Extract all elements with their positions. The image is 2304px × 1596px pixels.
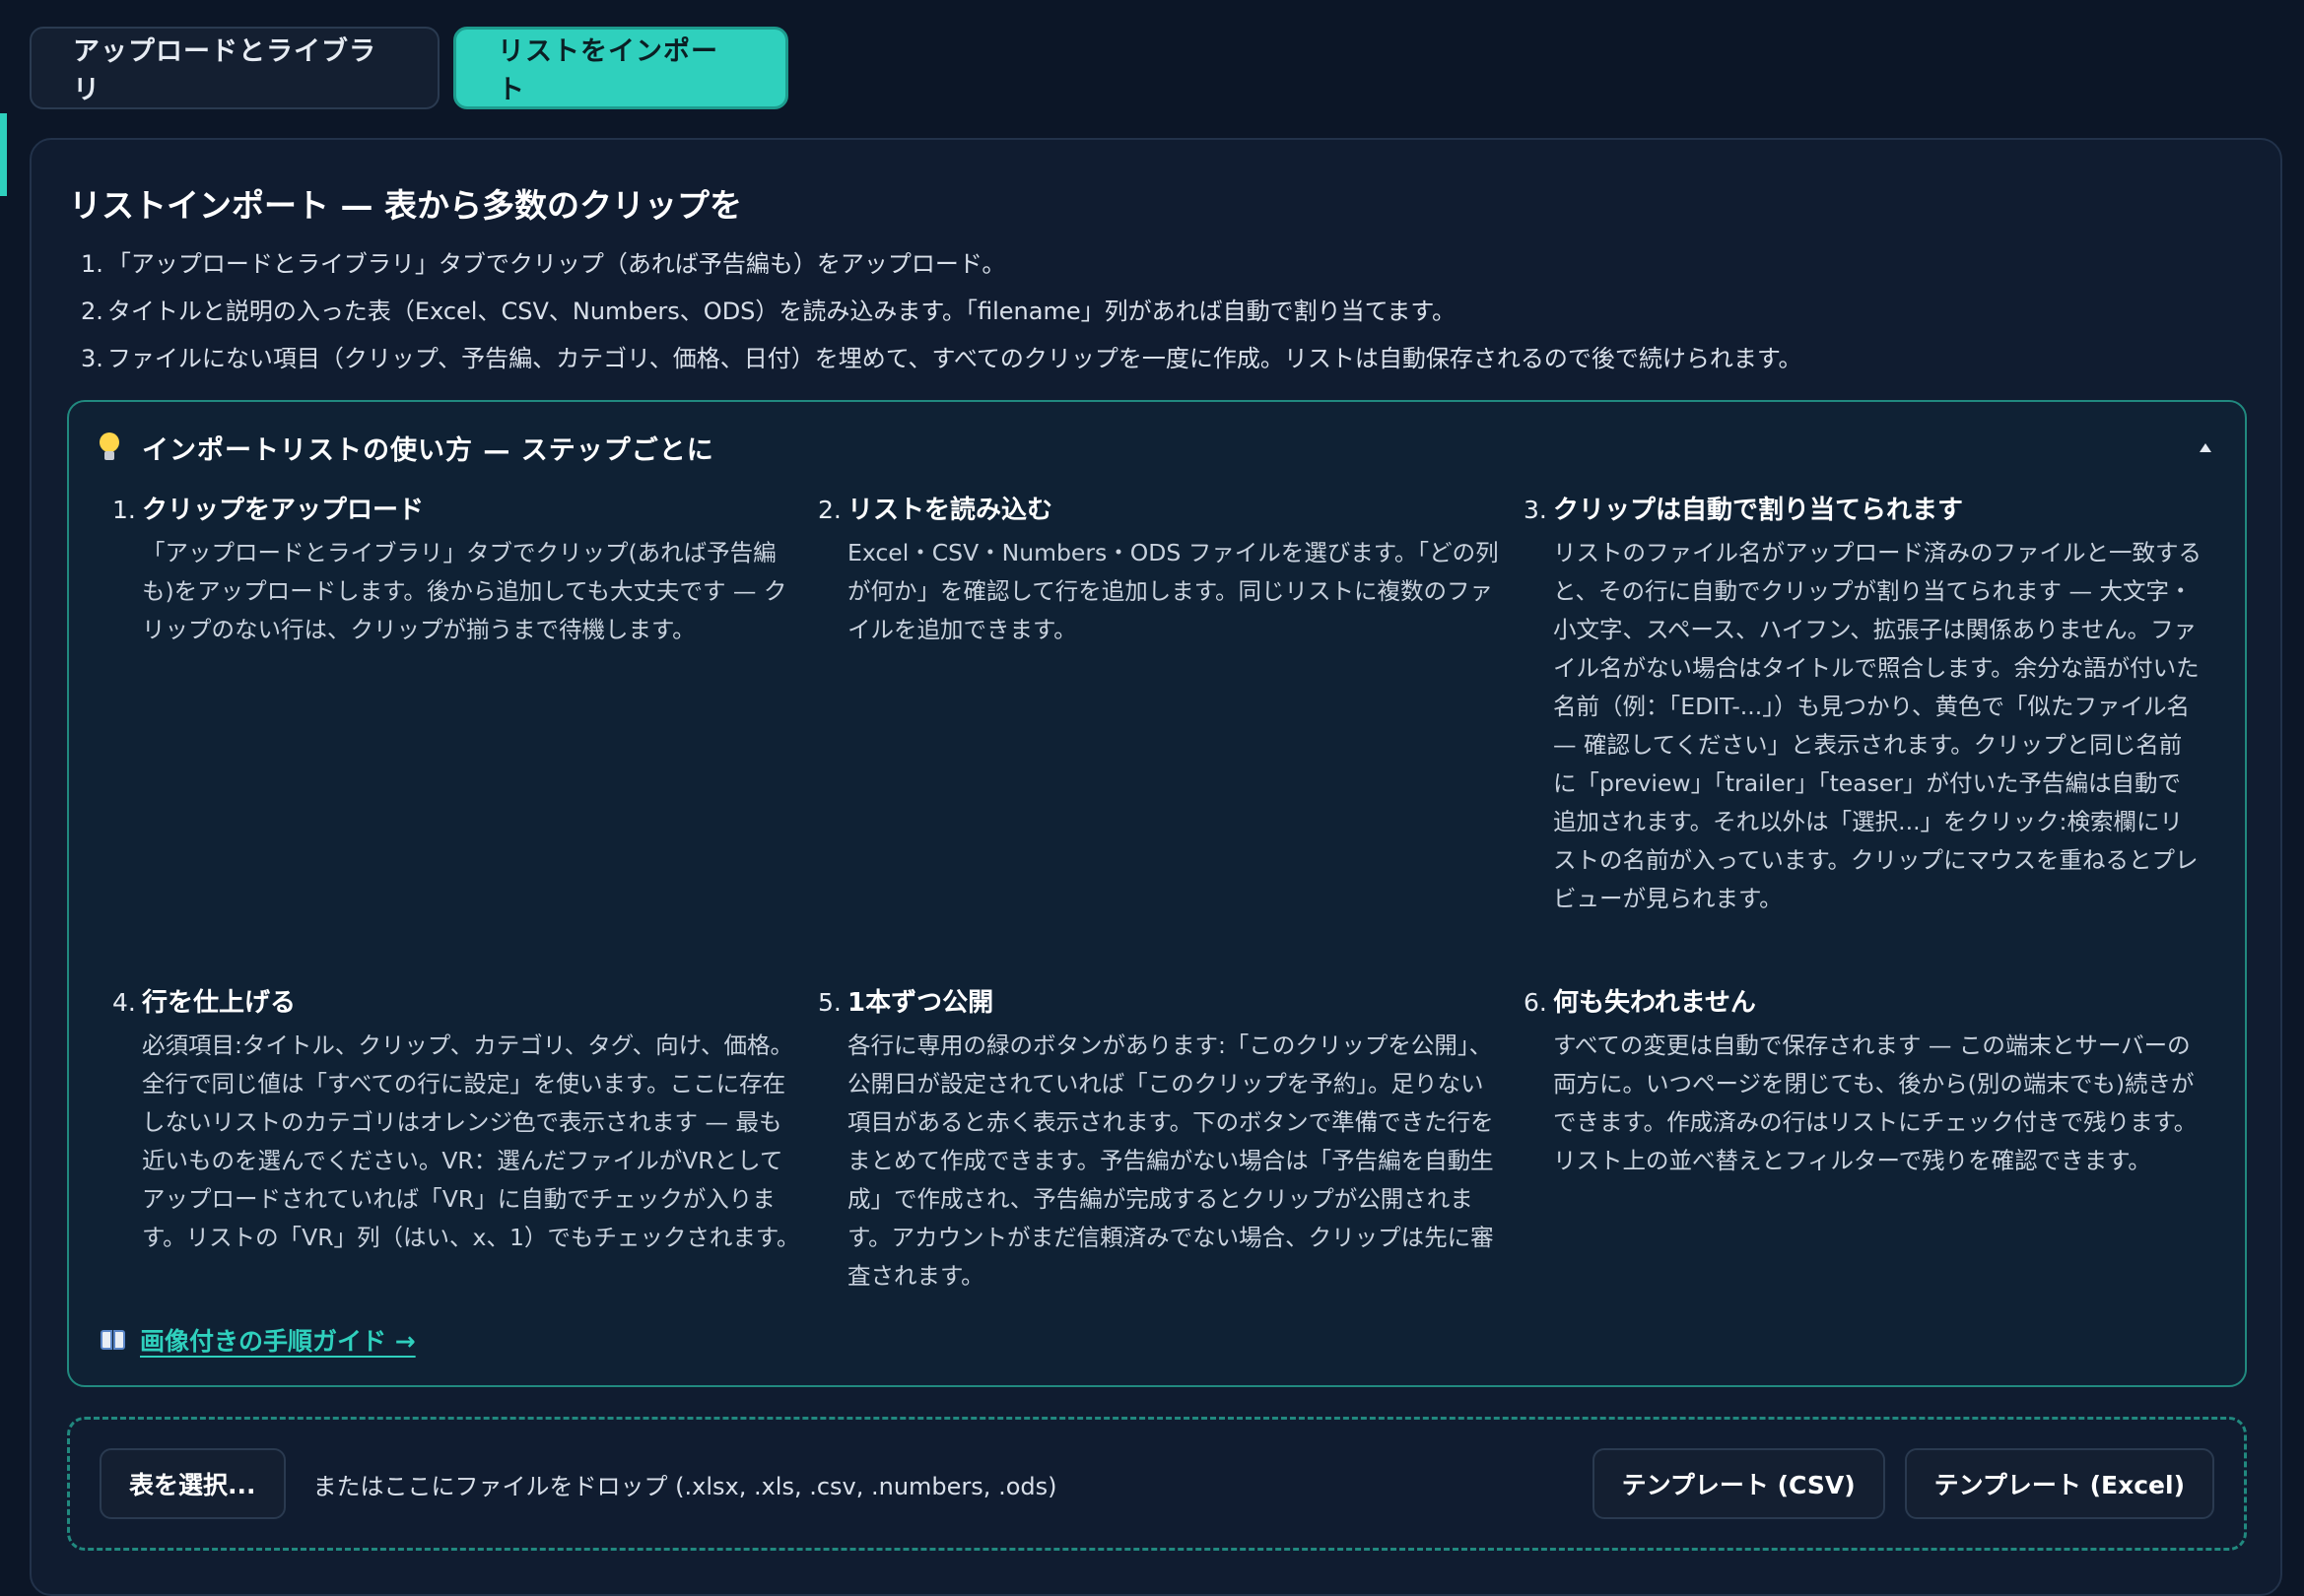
guide-title: インポートリストの使い方 — ステップごとに (142, 434, 714, 466)
step-body: 各行に専用の緑のボタンがあります:「このクリップを公開」、公開日が設定されていれ… (847, 1031, 1494, 1290)
illustrated-guide-link[interactable]: 画像付きの手順ガイド → (101, 1322, 416, 1358)
step-title: リストを読み込む (847, 496, 1053, 525)
intro-item: 1. 「アップロードとライブラリ」タブでクリップ（あれば予告編も）をアップロード。 (81, 250, 1006, 278)
dropzone-hint: またはここにファイルをドロップ (.xlsx, .xls, .csv, .num… (312, 1472, 1057, 1500)
how-to-guide: インポートリストの使い方 — ステップごとに 1. クリップをアップロード 「ア… (67, 400, 2247, 1387)
tab-upload-library[interactable]: アップロードとライブラリ (30, 27, 440, 109)
select-table-button[interactable]: 表を選択... (100, 1448, 286, 1519)
step-title: 1本ずつ公開 (847, 988, 994, 1018)
guide-step: 2. リストを読み込む Excel・CSV・Numbers・ODS ファイルを選… (814, 491, 1520, 983)
guide-step: 6. 何も失われません すべての変更は自動で保存されます — この端末とサーバー… (1520, 983, 2215, 1318)
guide-step: 5. 1本ずつ公開 各行に専用の緑のボタンがあります:「このクリップを公開」、公… (814, 983, 1520, 1318)
import-panel: リストインポート — 表から多数のクリップを 1. 「アップロードとライブラリ」タ… (30, 138, 2282, 1596)
step-title: 行を仕上げる (142, 988, 297, 1018)
step-body: すべての変更は自動で保存されます — この端末とサーバーの両方に。いつページを閉… (1553, 1031, 2198, 1174)
guide-toggle[interactable]: インポートリストの使い方 — ステップごとに (99, 428, 2215, 467)
book-icon (101, 1330, 126, 1350)
step-body: Excel・CSV・Numbers・ODS ファイルを選びます。「どの列が何か」… (847, 539, 1499, 643)
step-title: クリップは自動で割り当てられます (1553, 496, 1964, 525)
panel-title: リストインポート — 表から多数のクリップを (69, 186, 742, 225)
template-csv-button[interactable]: テンプレート (CSV) (1592, 1448, 1885, 1519)
guide-step: 4. 行を仕上げる 必須項目:タイトル、クリップ、カテゴリ、タグ、向け、価格。全… (108, 983, 814, 1318)
guide-steps: 1. クリップをアップロード 「アップロードとライブラリ」タブでクリップ(あれば… (108, 491, 2217, 1318)
file-dropzone[interactable]: 表を選択... またはここにファイルをドロップ (.xlsx, .xls, .c… (67, 1417, 2247, 1551)
caret-up-icon[interactable] (2200, 442, 2211, 452)
lightbulb-icon (99, 432, 120, 462)
intro-list: 1. 「アップロードとライブラリ」タブでクリップ（あれば予告編も）をアップロード。… (81, 240, 1802, 382)
step-body: 「アップロードとライブラリ」タブでクリップ(あれば予告編も)をアップロードします… (142, 539, 787, 643)
step-title: 何も失われません (1553, 988, 1756, 1018)
guide-step: 1. クリップをアップロード 「アップロードとライブラリ」タブでクリップ(あれば… (108, 491, 814, 983)
step-body: 必須項目:タイトル、クリップ、カテゴリ、タグ、向け、価格。全行で同じ値は「すべて… (142, 1031, 800, 1251)
step-title: クリップをアップロード (142, 496, 425, 525)
tab-import-list[interactable]: リストをインポート (453, 27, 788, 109)
left-accent-bar (0, 113, 7, 196)
intro-item: 2. タイトルと説明の入った表（Excel、CSV、Numbers、ODS）を読み… (81, 298, 1457, 325)
template-excel-button[interactable]: テンプレート (Excel) (1904, 1448, 2214, 1519)
tab-bar: アップロードとライブラリ リストをインポート (30, 27, 788, 109)
guide-step: 3. クリップは自動で割り当てられます リストのファイル名がアップロード済みのフ… (1520, 491, 2215, 983)
step-body: リストのファイル名がアップロード済みのファイルと一致すると、その行に自動でクリッ… (1553, 539, 2202, 912)
intro-item: 3. ファイルにない項目（クリップ、予告編、カテゴリ、価格、日付）を埋めて、すべて… (81, 345, 1802, 372)
